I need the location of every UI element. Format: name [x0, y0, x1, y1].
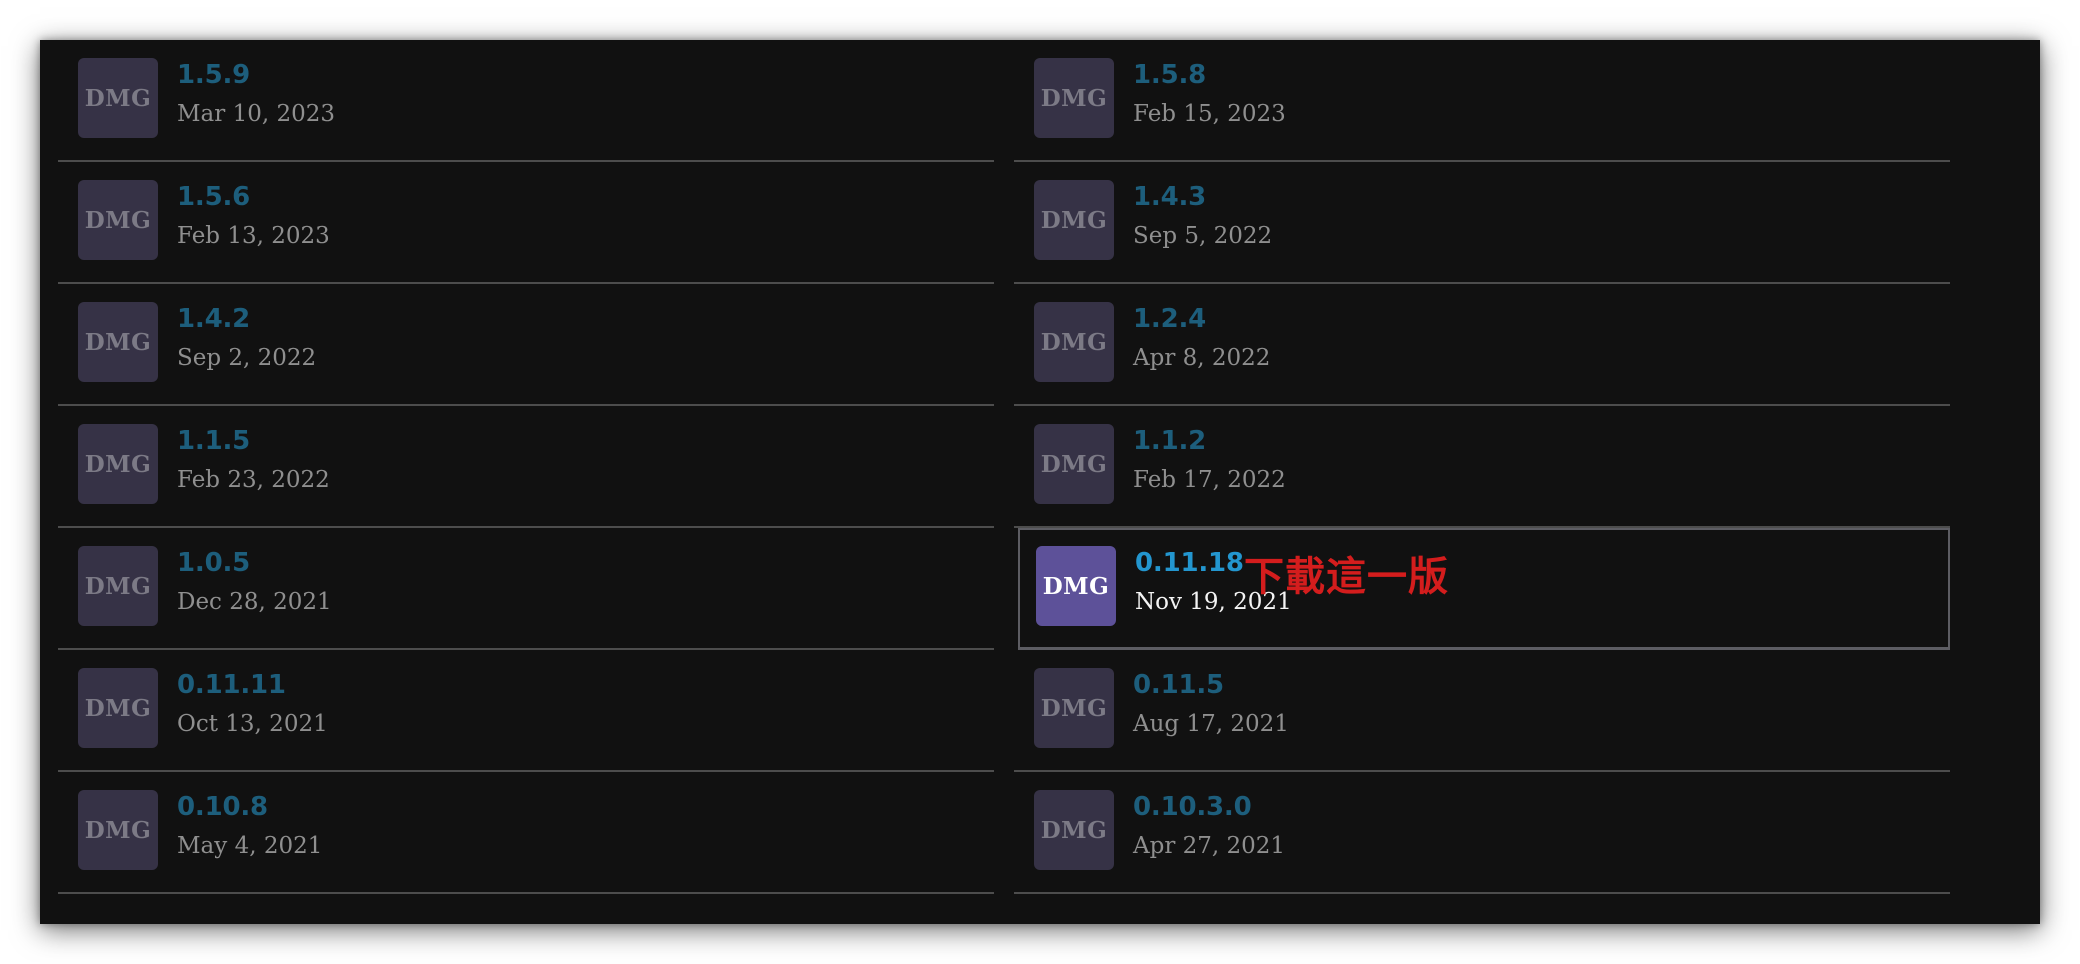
release-version-link[interactable]: 0.11.11 [177, 670, 286, 700]
release-date: Feb 17, 2022 [1133, 467, 1286, 493]
release-grid: DMG 1.5.9 Mar 10, 2023 DMG 1.5.8 Feb 15,… [58, 40, 1970, 924]
release-version-link[interactable]: 1.1.2 [1133, 426, 1206, 456]
release-version-link[interactable]: 0.10.8 [177, 792, 268, 822]
release-version-link[interactable]: 1.1.5 [177, 426, 250, 456]
release-item[interactable]: DMG 1.5.6 Feb 13, 2023 [58, 162, 994, 284]
release-date: Apr 27, 2021 [1133, 833, 1286, 859]
release-item[interactable]: DMG 0.10.8 May 4, 2021 [58, 772, 994, 894]
release-version-link[interactable]: 1.4.3 [1133, 182, 1206, 212]
release-item[interactable]: DMG 1.4.3 Sep 5, 2022 [1014, 162, 1950, 284]
dmg-file-icon: DMG [78, 546, 158, 626]
dmg-file-icon: DMG [1034, 302, 1114, 382]
dmg-file-icon: DMG [78, 302, 158, 382]
dmg-file-icon: DMG [78, 58, 158, 138]
release-item[interactable]: DMG 1.5.9 Mar 10, 2023 [58, 40, 994, 162]
release-item[interactable]: DMG 1.1.2 Feb 17, 2022 [1014, 406, 1950, 528]
dmg-file-icon: DMG [78, 668, 158, 748]
dmg-file-icon: DMG [78, 180, 158, 260]
dmg-file-icon: DMG [78, 424, 158, 504]
dmg-file-icon: DMG [1034, 790, 1114, 870]
release-list-panel: DMG 1.5.9 Mar 10, 2023 DMG 1.5.8 Feb 15,… [40, 40, 2040, 924]
release-item[interactable]: DMG 1.2.4 Apr 8, 2022 [1014, 284, 1950, 406]
release-item[interactable]: DMG 0.11.5 Aug 17, 2021 [1014, 650, 1950, 772]
release-date: Feb 15, 2023 [1133, 101, 1286, 127]
release-version-link[interactable]: 0.10.3.0 [1133, 792, 1252, 822]
release-date: Mar 10, 2023 [177, 101, 335, 127]
release-item[interactable]: DMG 1.1.5 Feb 23, 2022 [58, 406, 994, 528]
release-item[interactable]: DMG 1.5.8 Feb 15, 2023 [1014, 40, 1950, 162]
release-date: Dec 28, 2021 [177, 589, 332, 615]
dmg-file-icon: DMG [1034, 180, 1114, 260]
release-version-link[interactable]: 1.5.9 [177, 60, 250, 90]
dmg-file-icon: DMG [1034, 668, 1114, 748]
release-version-link[interactable]: 1.5.6 [177, 182, 250, 212]
dmg-file-icon: DMG [1034, 58, 1114, 138]
release-date: Sep 2, 2022 [177, 345, 317, 371]
release-item[interactable]: DMG 1.0.5 Dec 28, 2021 [58, 528, 994, 650]
release-date: Sep 5, 2022 [1133, 223, 1273, 249]
release-date: Aug 17, 2021 [1133, 711, 1289, 737]
release-version-link[interactable]: 1.2.4 [1133, 304, 1206, 334]
dmg-file-icon: DMG [1036, 546, 1116, 626]
release-date: Apr 8, 2022 [1133, 345, 1271, 371]
dmg-file-icon: DMG [1034, 424, 1114, 504]
release-version-link[interactable]: 0.11.18 [1135, 548, 1244, 578]
download-this-version-annotation: 下載這一版 [1244, 554, 1449, 600]
release-item[interactable]: DMG 0.11.11 Oct 13, 2021 [58, 650, 994, 772]
release-version-link[interactable]: 0.11.5 [1133, 670, 1224, 700]
release-version-link[interactable]: 1.4.2 [177, 304, 250, 334]
release-item-highlighted[interactable]: DMG 0.11.18 Nov 19, 2021 [1018, 528, 1950, 650]
release-date: Oct 13, 2021 [177, 711, 328, 737]
release-item[interactable]: DMG 0.10.3.0 Apr 27, 2021 [1014, 772, 1950, 894]
release-date: May 4, 2021 [177, 833, 323, 859]
release-item[interactable]: DMG 1.4.2 Sep 2, 2022 [58, 284, 994, 406]
release-date: Feb 23, 2022 [177, 467, 330, 493]
dmg-file-icon: DMG [78, 790, 158, 870]
release-version-link[interactable]: 1.0.5 [177, 548, 250, 578]
release-version-link[interactable]: 1.5.8 [1133, 60, 1206, 90]
release-date: Feb 13, 2023 [177, 223, 330, 249]
